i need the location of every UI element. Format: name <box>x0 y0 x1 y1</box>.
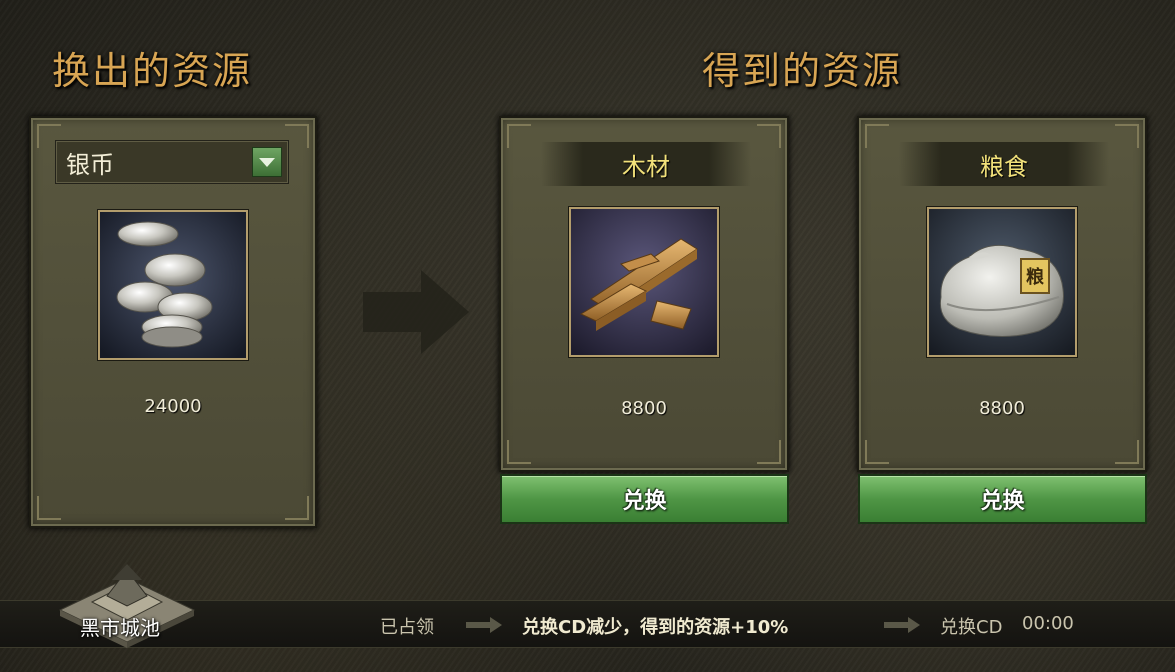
resource-select-value: 银币 <box>66 150 114 179</box>
resource-select-dropdown[interactable]: 银币 <box>55 140 289 184</box>
exchange-cd-timer: 00:00 <box>1022 613 1074 634</box>
grain-resource-name: 粮食 <box>899 142 1109 186</box>
exchange-grain-button[interactable]: 兑换 <box>858 474 1147 524</box>
wood-amount: 8800 <box>621 398 667 419</box>
silver-coins-icon <box>98 210 248 360</box>
exchange-wood-button[interactable]: 兑换 <box>500 474 789 524</box>
wood-planks-icon <box>569 207 719 357</box>
arrow-right-icon <box>466 617 502 633</box>
chevron-down-icon[interactable] <box>252 147 282 177</box>
wood-resource-name: 木材 <box>541 142 751 186</box>
occupied-status: 已占领 <box>380 617 434 638</box>
bonus-description: 兑换CD减少，得到的资源+10% <box>522 617 789 638</box>
arrow-right-icon <box>884 617 920 633</box>
grain-resource-panel: 粮食 粮 8800 <box>857 116 1147 472</box>
outgoing-resource-title: 换出的资源 <box>52 49 253 93</box>
grain-amount: 8800 <box>979 398 1025 419</box>
svg-text:粮: 粮 <box>1026 266 1044 288</box>
wood-resource-panel: 木材 8800 <box>499 116 789 472</box>
outgoing-resource-panel: 银币 24000 <box>29 116 317 528</box>
outgoing-amount: 24000 <box>144 396 202 417</box>
arrow-right-icon <box>363 270 469 354</box>
grain-sack-icon: 粮 <box>927 207 1077 357</box>
exchange-cd-label: 兑换CD <box>940 617 1003 638</box>
black-market-city-label: 黑市城池 <box>80 616 160 640</box>
received-resource-title: 得到的资源 <box>702 49 903 93</box>
